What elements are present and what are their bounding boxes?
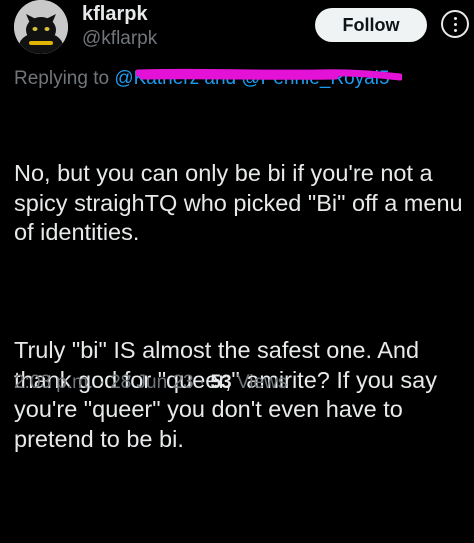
views-label: Views	[236, 372, 288, 393]
reply-context: Replying to @Katherz and @Pennie_Royal5	[14, 68, 390, 90]
tweet: kflarpk @kflarpk Follow Replying to @Kat…	[0, 0, 474, 452]
tweet-body: No, but you can only be bi if you're not…	[14, 100, 469, 543]
meta-separator: ·	[98, 372, 105, 393]
views-count: 53	[210, 372, 232, 393]
more-options-icon[interactable]	[441, 10, 469, 38]
dot-icon	[453, 28, 457, 32]
tweet-time[interactable]: 2:03 p.m.	[14, 372, 93, 393]
dot-icon	[453, 22, 457, 26]
tweet-paragraph: No, but you can only be bi if you're not…	[14, 160, 470, 245]
author-handle[interactable]: @kflarpk	[82, 28, 157, 50]
black-cat-avatar-icon[interactable]	[14, 0, 68, 54]
dot-icon	[453, 16, 457, 20]
tweet-date[interactable]: 28 Jun 23	[110, 372, 193, 393]
author-display-name[interactable]: kflarpk	[82, 3, 148, 26]
follow-button[interactable]: Follow	[315, 8, 427, 42]
meta-separator: ·	[198, 372, 206, 393]
reply-mentions-link[interactable]: @Katherz and @Pennie_Royal5	[114, 68, 389, 89]
tweet-metadata: 2:03 p.m. · 28 Jun 23 · 53 Views	[14, 372, 287, 394]
reply-prefix: Replying to	[14, 68, 110, 89]
tweet-paragraph: Truly "bi" IS almost the safest one. And…	[14, 337, 444, 452]
